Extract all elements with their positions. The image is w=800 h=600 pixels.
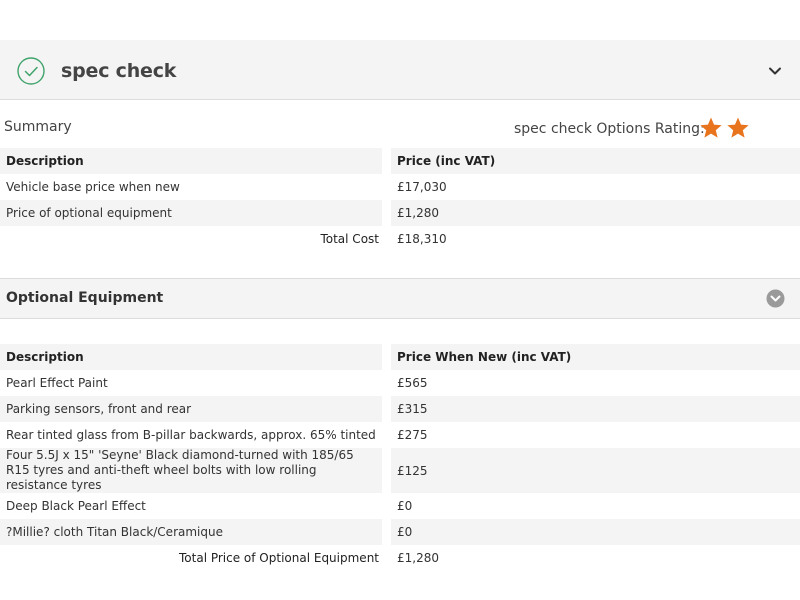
star-icon — [727, 117, 749, 138]
total-optional-value: £1,280 — [397, 551, 439, 565]
column-header-price: Price (inc VAT) — [391, 148, 800, 174]
optional-equipment-table: Description Price When New (inc VAT) Pea… — [0, 344, 800, 571]
column-header-description: Description — [0, 344, 391, 370]
row-description: Four 5.5J x 15" 'Seyne' Black diamond-tu… — [0, 448, 391, 493]
row-description: ?Millie? cloth Titan Black/Ceramique — [0, 519, 391, 545]
row-price: £315 — [391, 396, 800, 422]
row-description: Rear tinted glass from B-pillar backward… — [0, 422, 391, 448]
total-optional-label: Total Price of Optional Equipment — [0, 545, 391, 571]
table-row: Parking sensors, front and rear £315 — [0, 396, 800, 422]
row-price: £0 — [397, 499, 413, 513]
chevron-down-circle-icon[interactable] — [766, 289, 785, 308]
total-cost-value: £18,310 — [397, 232, 447, 246]
table-header-row: Description Price When New (inc VAT) — [0, 344, 800, 370]
table-row: ?Millie? cloth Titan Black/Ceramique £0 — [0, 519, 800, 545]
row-price: £0 — [391, 519, 800, 545]
half-star-icon — [754, 118, 771, 138]
table-header-row: Description Price (inc VAT) — [0, 148, 800, 174]
row-price: £1,280 — [391, 200, 800, 226]
total-cost-label: Total Cost — [0, 226, 391, 252]
spec-check-title: spec check — [61, 60, 177, 82]
row-price: £17,030 — [397, 180, 447, 194]
table-row: Rear tinted glass from B-pillar backward… — [0, 422, 800, 448]
star-icon — [700, 117, 722, 138]
column-header-description: Description — [0, 148, 391, 174]
total-row: Total Cost £18,310 — [0, 226, 800, 252]
row-description: Pearl Effect Paint — [0, 370, 391, 396]
column-header-price: Price When New (inc VAT) — [391, 344, 800, 370]
table-row: Four 5.5J x 15" 'Seyne' Black diamond-tu… — [0, 448, 800, 493]
total-row: Total Price of Optional Equipment £1,280 — [0, 545, 800, 571]
optional-equipment-title: Optional Equipment — [6, 290, 164, 306]
row-description: Price of optional equipment — [0, 200, 391, 226]
row-description: Deep Black Pearl Effect — [0, 493, 391, 519]
row-price: £275 — [397, 428, 428, 442]
summary-label: Summary — [4, 119, 72, 135]
row-description: Parking sensors, front and rear — [0, 396, 391, 422]
row-price: £125 — [391, 448, 800, 493]
row-price: £565 — [397, 376, 428, 390]
summary-table: Description Price (inc VAT) Vehicle base… — [0, 148, 800, 252]
table-row: Price of optional equipment £1,280 — [0, 200, 800, 226]
options-rating-label: spec check Options Rating: — [514, 121, 705, 137]
options-rating-stars — [700, 117, 771, 138]
check-circle-icon — [17, 57, 45, 85]
chevron-down-icon[interactable] — [767, 63, 783, 79]
table-row: Vehicle base price when new £17,030 — [0, 174, 800, 200]
row-description: Vehicle base price when new — [0, 174, 391, 200]
table-row: Deep Black Pearl Effect £0 — [0, 493, 800, 519]
table-row: Pearl Effect Paint £565 — [0, 370, 800, 396]
